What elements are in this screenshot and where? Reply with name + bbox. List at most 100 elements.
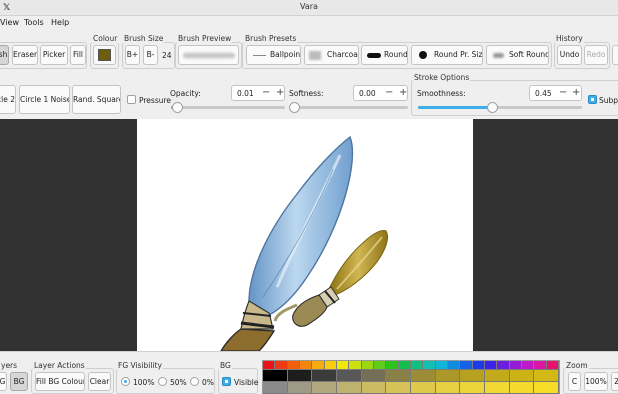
bg-layer-button[interactable]: BG xyxy=(10,372,28,391)
palette-swatch[interactable] xyxy=(287,370,313,382)
palette-swatch[interactable] xyxy=(485,382,510,394)
plus-icon[interactable]: + xyxy=(572,87,580,99)
plus-icon[interactable]: + xyxy=(399,87,407,99)
brush-shape-circle-1-noise-button[interactable]: Circle 1 Noise xyxy=(19,85,70,114)
fg-layer-button[interactable]: G xyxy=(0,372,7,391)
palette-swatch[interactable] xyxy=(361,370,387,382)
colour-button[interactable] xyxy=(93,45,116,65)
palette-swatch[interactable] xyxy=(263,382,288,394)
zoom-100-button[interactable]: 100% xyxy=(584,372,608,391)
overflow-button[interactable] xyxy=(612,45,618,65)
palette-swatch[interactable] xyxy=(546,361,559,370)
palette-swatch[interactable] xyxy=(349,361,362,370)
palette-swatch[interactable] xyxy=(324,361,337,370)
palette-swatch[interactable] xyxy=(337,370,362,382)
palette-swatch[interactable] xyxy=(411,370,436,382)
fg-visibility-0-radio[interactable] xyxy=(190,377,199,386)
eraser-tool-button[interactable]: Eraser xyxy=(12,45,38,65)
palette-swatch[interactable] xyxy=(472,361,485,370)
plus-icon[interactable]: + xyxy=(276,87,284,99)
palette-swatch[interactable] xyxy=(534,361,547,370)
palette-swatch[interactable] xyxy=(460,370,485,382)
fill-tool-button[interactable]: Fill xyxy=(70,45,86,65)
palette-swatch[interactable] xyxy=(509,382,535,394)
fg-visibility-100-radio[interactable] xyxy=(121,377,130,386)
redo-button[interactable]: Redo xyxy=(584,45,608,65)
preset-charcoal-button[interactable]: Charcoal xyxy=(304,45,359,65)
fg-visibility-50-radio[interactable] xyxy=(158,377,167,386)
preset-round-pr-size-button[interactable]: Round Pr. Size xyxy=(411,45,483,65)
palette-swatch[interactable] xyxy=(300,361,313,370)
palette-swatch[interactable] xyxy=(386,382,411,394)
bg-visible-checkbox[interactable] xyxy=(222,377,231,386)
palette-swatch[interactable] xyxy=(411,361,424,370)
brush-size-increase-button[interactable]: B+ xyxy=(125,45,140,65)
preset-soft-round-button[interactable]: Soft Round xyxy=(486,45,549,65)
zoom-center-button[interactable]: C xyxy=(568,372,581,391)
brush-shape-circle-2-button[interactable]: cle 2 xyxy=(0,85,16,114)
canvas-viewport[interactable] xyxy=(0,119,618,352)
palette-swatch[interactable] xyxy=(435,361,448,370)
colour-palette[interactable] xyxy=(262,360,560,394)
opacity-slider-handle[interactable] xyxy=(172,102,183,113)
palette-swatch[interactable] xyxy=(312,382,337,394)
palette-swatch[interactable] xyxy=(398,361,411,370)
palette-swatch[interactable] xyxy=(485,361,498,370)
brush-tool-button[interactable]: sh xyxy=(0,45,9,65)
softness-slider[interactable] xyxy=(289,102,408,113)
palette-swatch[interactable] xyxy=(534,382,559,394)
brush-shape-rand-square-button[interactable]: Rand. Square xyxy=(72,85,121,114)
palette-swatch[interactable] xyxy=(411,382,436,394)
opacity-slider[interactable] xyxy=(171,102,285,113)
menu-help[interactable]: Help xyxy=(51,18,69,27)
smoothness-slider-handle[interactable] xyxy=(487,102,498,113)
palette-swatch[interactable] xyxy=(423,361,436,370)
palette-swatch[interactable] xyxy=(337,382,362,394)
palette-swatch[interactable] xyxy=(312,361,325,370)
palette-swatch[interactable] xyxy=(386,361,399,370)
minus-icon[interactable]: − xyxy=(385,87,393,99)
palette-swatch[interactable] xyxy=(312,370,337,382)
palette-swatch[interactable] xyxy=(435,370,461,382)
picker-tool-button[interactable]: Picker xyxy=(40,45,68,65)
menu-tools[interactable]: Tools xyxy=(24,18,44,27)
palette-swatch[interactable] xyxy=(497,361,510,370)
palette-swatch[interactable] xyxy=(522,361,535,370)
palette-swatch[interactable] xyxy=(287,361,300,370)
palette-swatch[interactable] xyxy=(534,370,559,382)
palette-swatch[interactable] xyxy=(337,361,350,370)
undo-button[interactable]: Undo xyxy=(557,45,582,65)
palette-swatch[interactable] xyxy=(509,370,535,382)
palette-swatch[interactable] xyxy=(485,370,510,382)
palette-swatch[interactable] xyxy=(287,382,313,394)
drawing-canvas[interactable] xyxy=(137,119,473,352)
palette-swatch[interactable] xyxy=(263,370,288,382)
palette-swatch[interactable] xyxy=(509,361,522,370)
smoothness-spinbox[interactable]: 0.45 − + xyxy=(529,85,582,101)
preset-ballpoint-button[interactable]: Ballpoint xyxy=(246,45,301,65)
minus-icon[interactable]: − xyxy=(262,87,270,99)
opacity-spinbox[interactable]: 0.01 − + xyxy=(231,85,285,101)
palette-swatch[interactable] xyxy=(386,370,411,382)
softness-spinbox[interactable]: 0.00 − + xyxy=(353,85,408,101)
palette-swatch[interactable] xyxy=(361,361,374,370)
palette-swatch[interactable] xyxy=(361,382,387,394)
pressure-checkbox[interactable] xyxy=(127,95,136,104)
palette-swatch[interactable] xyxy=(374,361,387,370)
palette-swatch[interactable] xyxy=(448,361,461,370)
palette-swatch[interactable] xyxy=(460,361,473,370)
minus-icon[interactable]: − xyxy=(559,87,567,99)
subpixel-checkbox[interactable] xyxy=(588,95,597,104)
palette-swatch[interactable] xyxy=(275,361,288,370)
palette-swatch[interactable] xyxy=(263,361,276,370)
preset-round-button[interactable]: Round xyxy=(361,45,408,65)
zoom-fit-button[interactable]: Z xyxy=(611,372,618,391)
brush-size-decrease-button[interactable]: B- xyxy=(143,45,158,65)
fill-bg-colour-button[interactable]: Fill BG Colour xyxy=(35,372,85,391)
palette-swatch[interactable] xyxy=(460,382,485,394)
palette-swatch[interactable] xyxy=(435,382,461,394)
smoothness-slider[interactable] xyxy=(418,102,582,113)
menu-view[interactable]: View xyxy=(0,18,19,27)
softness-slider-handle[interactable] xyxy=(289,102,300,113)
clear-button[interactable]: Clear xyxy=(88,372,111,391)
